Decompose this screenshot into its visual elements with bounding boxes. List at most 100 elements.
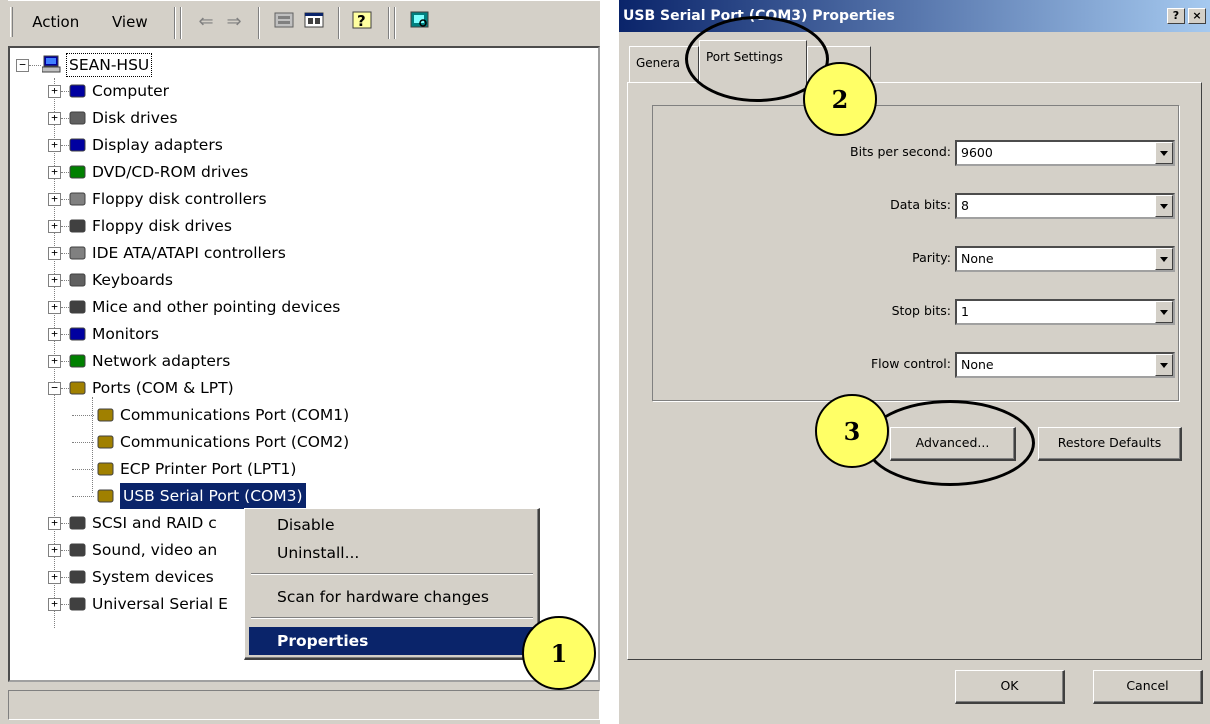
device-category-icon: [69, 597, 86, 611]
device-category-icon: [69, 165, 86, 179]
callout-1: 1: [522, 616, 596, 690]
toolbar-separator: [394, 7, 396, 39]
dropdown-arrow-icon[interactable]: [1155, 195, 1173, 217]
toolbar-grip[interactable]: [10, 7, 13, 37]
menu-separator: [251, 617, 533, 619]
device-category-icon: [69, 111, 86, 125]
help-icon[interactable]: ?: [352, 10, 376, 34]
tree-item-label[interactable]: Communications Port (COM2): [120, 429, 349, 455]
context-menu[interactable]: Disable Uninstall... Scan for hardware c…: [244, 508, 540, 660]
expand-icon[interactable]: +: [48, 598, 61, 611]
expand-icon[interactable]: +: [48, 517, 61, 530]
field-combobox[interactable]: 8: [955, 193, 1175, 219]
dropdown-arrow-icon[interactable]: [1155, 142, 1173, 164]
device-category-icon: [69, 246, 86, 260]
device-category-icon: [97, 435, 114, 449]
device-category-icon: [69, 354, 86, 368]
collapse-icon[interactable]: −: [48, 382, 61, 395]
help-title-button[interactable]: ?: [1167, 8, 1185, 24]
tree-item-label[interactable]: USB Serial Port (COM3): [120, 483, 306, 509]
menu-item-properties[interactable]: Properties: [249, 627, 535, 655]
tree-item-label[interactable]: Communications Port (COM1): [120, 402, 349, 428]
device-category-icon: [69, 327, 86, 341]
menu-item-uninstall[interactable]: Uninstall...: [249, 539, 535, 567]
scan-hardware-icon[interactable]: [408, 10, 432, 34]
dropdown-arrow-icon[interactable]: [1155, 354, 1173, 376]
callout-2: 2: [803, 62, 877, 136]
menu-item-scan-hardware[interactable]: Scan for hardware changes: [249, 583, 535, 611]
field-label: Stop bits:: [891, 303, 951, 318]
toolbar-separator: [258, 7, 260, 39]
expand-icon[interactable]: +: [48, 166, 61, 179]
dropdown-arrow-icon[interactable]: [1155, 301, 1173, 323]
dropdown-arrow-icon[interactable]: [1155, 248, 1173, 270]
tree-item-label[interactable]: SCSI and RAID c: [92, 510, 217, 536]
device-category-icon: [69, 543, 86, 557]
expand-icon[interactable]: +: [48, 571, 61, 584]
field-label: Parity:: [912, 250, 951, 265]
menu-separator: [251, 573, 533, 575]
expand-icon[interactable]: +: [48, 274, 61, 287]
expand-icon[interactable]: +: [48, 301, 61, 314]
tree-item-label[interactable]: System devices: [92, 564, 214, 590]
field-value: None: [961, 357, 994, 372]
expand-icon[interactable]: +: [48, 355, 61, 368]
tree-item-label[interactable]: Ports (COM & LPT): [92, 375, 234, 401]
device-category-icon: [69, 381, 86, 395]
expand-icon[interactable]: +: [48, 328, 61, 341]
tree-item-label[interactable]: DVD/CD-ROM drives: [92, 159, 248, 185]
menu-view[interactable]: View: [112, 13, 148, 31]
device-category-icon: [69, 273, 86, 287]
device-category-icon: [69, 84, 86, 98]
tab-panel: Bits per second: 9600 Data bits: 8 Parity: No…: [627, 82, 1202, 660]
status-bar: [8, 690, 600, 720]
tree-item-label[interactable]: Floppy disk controllers: [92, 186, 267, 212]
ok-button[interactable]: OK: [955, 670, 1065, 704]
computer-icon: [42, 55, 61, 73]
field-combobox[interactable]: 9600: [955, 140, 1175, 166]
expand-icon[interactable]: +: [48, 247, 61, 260]
menu-item-disable[interactable]: Disable: [249, 511, 535, 539]
tree-item-label[interactable]: IDE ATA/ATAPI controllers: [92, 240, 286, 266]
expand-icon[interactable]: +: [48, 544, 61, 557]
field-combobox[interactable]: None: [955, 352, 1175, 378]
menu-action[interactable]: AAction: [32, 13, 80, 31]
device-category-icon: [97, 408, 114, 422]
tree-item-label[interactable]: Monitors: [92, 321, 159, 347]
tree-root-label[interactable]: SEAN-HSU: [66, 53, 153, 77]
tree-item-label[interactable]: Network adapters: [92, 348, 230, 374]
tree-item-label[interactable]: Universal Serial E: [92, 591, 228, 617]
device-category-icon: [69, 192, 86, 206]
toolbar-separator: [180, 7, 182, 39]
field-label: Data bits:: [890, 197, 951, 212]
expand-icon[interactable]: +: [48, 112, 61, 125]
expand-icon[interactable]: +: [48, 220, 61, 233]
tree-item-label[interactable]: Display adapters: [92, 132, 223, 158]
forward-arrow-icon[interactable]: ⇒: [222, 10, 246, 34]
tree-item-label[interactable]: Mice and other pointing devices: [92, 294, 340, 320]
field-value: 1: [961, 304, 969, 319]
collapse-icon[interactable]: −: [16, 59, 29, 72]
tree-item-label[interactable]: Computer: [92, 78, 169, 104]
tree-item-label[interactable]: Floppy disk drives: [92, 213, 232, 239]
tree-item-label[interactable]: Disk drives: [92, 105, 178, 131]
tree-item-label[interactable]: ECP Printer Port (LPT1): [120, 456, 296, 482]
close-title-button[interactable]: ×: [1188, 8, 1206, 24]
field-combobox[interactable]: 1: [955, 299, 1175, 325]
device-manager-window: AAction View ⇐ ⇒ ? − SEAN-HSU: [0, 0, 600, 724]
restore-defaults-button[interactable]: Restore Defaults: [1038, 427, 1182, 461]
device-category-icon: [97, 489, 114, 503]
expand-icon[interactable]: +: [48, 85, 61, 98]
toolbar-separator: [174, 7, 176, 39]
device-list-icon[interactable]: [272, 10, 296, 34]
device-category-icon: [69, 570, 86, 584]
back-arrow-icon[interactable]: ⇐: [194, 10, 218, 34]
tree-item-label[interactable]: Sound, video an: [92, 537, 217, 563]
field-combobox[interactable]: None: [955, 246, 1175, 272]
tree-item-label[interactable]: Keyboards: [92, 267, 173, 293]
device-category-icon: [69, 219, 86, 233]
cancel-button[interactable]: Cancel: [1093, 670, 1203, 704]
expand-icon[interactable]: +: [48, 193, 61, 206]
expand-icon[interactable]: +: [48, 139, 61, 152]
properties-view-icon[interactable]: [302, 10, 326, 34]
